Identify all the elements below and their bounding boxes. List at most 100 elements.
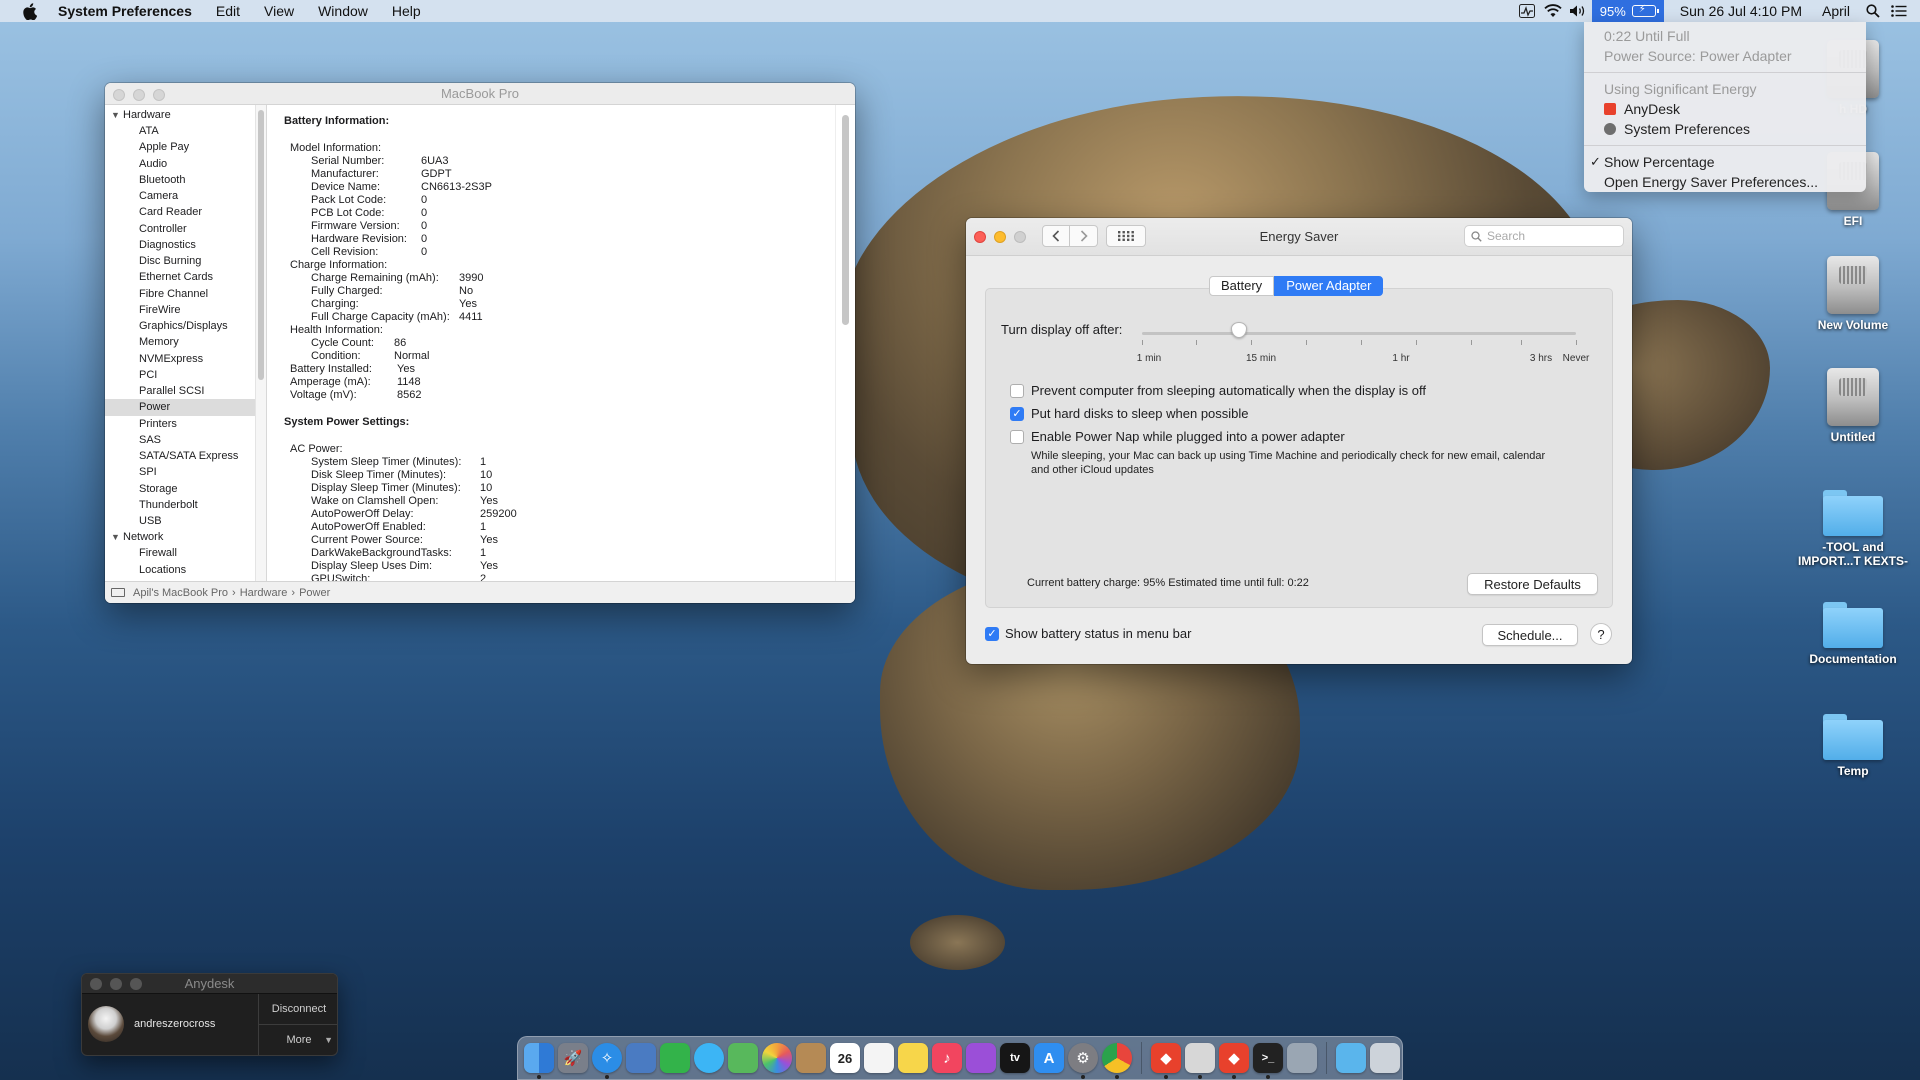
sidebar-item-ata[interactable]: ATA xyxy=(105,123,255,139)
schedule-button[interactable]: Schedule... xyxy=(1482,624,1578,646)
volume-icon[interactable] xyxy=(1566,0,1592,22)
sidebar-item-sata-sata-express[interactable]: SATA/SATA Express xyxy=(105,448,255,464)
more-button[interactable]: More ▼ xyxy=(259,1025,337,1055)
disclosure-triangle-icon[interactable]: ▼ xyxy=(111,529,123,545)
search-field[interactable] xyxy=(1464,225,1624,247)
sidebar-item-apple-pay[interactable]: Apple Pay xyxy=(105,139,255,155)
power-nap-checkbox[interactable] xyxy=(1010,429,1024,444)
menu-view[interactable]: View xyxy=(252,0,306,22)
sidebar-item-audio[interactable]: Audio xyxy=(105,156,255,172)
forward-button[interactable] xyxy=(1070,225,1098,247)
sidebar-item-controller[interactable]: Controller xyxy=(105,221,255,237)
sidebar-item-graphics-displays[interactable]: Graphics/Displays xyxy=(105,318,255,334)
minimize-button[interactable] xyxy=(133,89,145,101)
open-energy-saver-prefs-item[interactable]: Open Energy Saver Preferences... xyxy=(1584,172,1866,192)
menu-window[interactable]: Window xyxy=(306,0,380,22)
disclosure-triangle-icon[interactable]: ▼ xyxy=(111,107,123,123)
zoom-button[interactable] xyxy=(153,89,165,101)
dock-downloads-folder-icon[interactable] xyxy=(1336,1043,1366,1073)
sidebar-item-card-reader[interactable]: Card Reader xyxy=(105,204,255,220)
breadcrumb-item-hardware[interactable]: Hardware xyxy=(240,587,288,599)
sidebar-item-sas[interactable]: SAS xyxy=(105,432,255,448)
dock-anydesk-secondary-icon[interactable]: ◆ xyxy=(1219,1043,1249,1079)
dock-notes-icon[interactable] xyxy=(898,1043,928,1073)
sidebar-group-network[interactable]: ▼ Network xyxy=(105,529,255,545)
energy-app-anydesk[interactable]: AnyDesk xyxy=(1584,99,1866,119)
sidebar-item-pci[interactable]: PCI xyxy=(105,367,255,383)
minimize-button[interactable] xyxy=(994,231,1006,243)
disk-sleep-checkbox[interactable]: ✓ xyxy=(1010,406,1024,421)
sidebar-item-memory[interactable]: Memory xyxy=(105,334,255,350)
dock-messages-icon[interactable] xyxy=(694,1043,724,1073)
desktop-folder-tool-kexts[interactable]: -TOOL and IMPORT...T KEXTS- xyxy=(1798,490,1908,568)
sidebar-item-nvmexpress[interactable]: NVMExpress xyxy=(105,351,255,367)
breadcrumb-item-power[interactable]: Power xyxy=(299,587,330,599)
dock-tv-icon[interactable]: tv xyxy=(1000,1043,1030,1073)
battery-status-menu[interactable]: 95% ⚡ xyxy=(1591,0,1664,22)
disconnect-button[interactable]: Disconnect xyxy=(259,994,337,1025)
zoom-button[interactable] xyxy=(130,978,142,990)
dock-maps-icon[interactable] xyxy=(728,1043,758,1073)
scrollbar-thumb[interactable] xyxy=(258,110,264,380)
tab-battery[interactable]: Battery xyxy=(1209,276,1275,296)
prevent-sleep-option[interactable]: Prevent computer from sleeping automatic… xyxy=(1010,383,1426,398)
back-button[interactable] xyxy=(1042,225,1070,247)
search-input[interactable] xyxy=(1487,229,1607,243)
breadcrumb-item-computer[interactable]: Apil's MacBook Pro xyxy=(133,587,228,599)
scrollbar-thumb[interactable] xyxy=(842,115,849,325)
sidebar-item-power[interactable]: Power xyxy=(105,399,255,416)
dock-utility-icon[interactable] xyxy=(1287,1043,1317,1073)
wifi-icon[interactable] xyxy=(1540,0,1566,22)
desktop-folder-temp[interactable]: Temp xyxy=(1798,714,1908,778)
show-all-grid-button[interactable] xyxy=(1106,225,1146,247)
menu-edit[interactable]: Edit xyxy=(204,0,252,22)
sidebar-item-fibre-channel[interactable]: Fibre Channel xyxy=(105,286,255,302)
window-titlebar[interactable]: Anydesk xyxy=(82,974,337,994)
desktop-folder-documentation[interactable]: Documentation xyxy=(1798,602,1908,666)
dock-app-store-icon[interactable]: A xyxy=(1034,1043,1064,1073)
dock-launchpad-icon[interactable]: 🚀 xyxy=(558,1043,588,1073)
fast-user-switch[interactable]: April xyxy=(1812,3,1860,19)
show-battery-status-option[interactable]: ✓ Show battery status in menu bar xyxy=(985,626,1191,641)
show-battery-status-checkbox[interactable]: ✓ xyxy=(985,626,999,641)
sidebar-item-firewall[interactable]: Firewall xyxy=(105,545,255,561)
menu-help[interactable]: Help xyxy=(380,0,433,22)
show-percentage-item[interactable]: ✓ Show Percentage xyxy=(1584,152,1866,172)
restore-defaults-button[interactable]: Restore Defaults xyxy=(1467,573,1598,595)
disk-sleep-option[interactable]: ✓ Put hard disks to sleep when possible xyxy=(1010,406,1249,421)
dock-music-icon[interactable]: ♪ xyxy=(932,1043,962,1073)
detail-scrollbar[interactable] xyxy=(835,105,855,581)
display-off-slider-track[interactable] xyxy=(1142,332,1576,335)
energy-app-system-preferences[interactable]: System Preferences xyxy=(1584,119,1866,139)
sidebar-item-parallel-scsi[interactable]: Parallel SCSI xyxy=(105,383,255,399)
sidebar-item-firewire[interactable]: FireWire xyxy=(105,302,255,318)
apple-menu-icon[interactable] xyxy=(20,2,38,20)
sidebar-item-diagnostics[interactable]: Diagnostics xyxy=(105,237,255,253)
close-button[interactable] xyxy=(974,231,986,243)
power-nap-option[interactable]: Enable Power Nap while plugged into a po… xyxy=(1010,429,1345,444)
sidebar-item-usb[interactable]: USB xyxy=(105,513,255,529)
sidebar-group-hardware[interactable]: ▼ Hardware xyxy=(105,107,255,123)
minimize-button[interactable] xyxy=(110,978,122,990)
menu-app-name[interactable]: System Preferences xyxy=(52,0,204,22)
dock-system-preferences-icon[interactable]: ⚙ xyxy=(1068,1043,1098,1079)
spotlight-search-icon[interactable] xyxy=(1860,0,1886,22)
notification-center-icon[interactable] xyxy=(1886,0,1912,22)
sidebar-item-spi[interactable]: SPI xyxy=(105,464,255,480)
activity-monitor-icon[interactable] xyxy=(1514,0,1540,22)
sidebar-item-locations[interactable]: Locations xyxy=(105,562,255,578)
dock-photos-icon[interactable] xyxy=(762,1043,792,1073)
dock-chrome-icon[interactable] xyxy=(1102,1043,1132,1079)
window-toolbar[interactable]: Energy Saver xyxy=(966,218,1632,256)
dock-podcasts-icon[interactable] xyxy=(966,1043,996,1073)
dock-script-editor-icon[interactable] xyxy=(1185,1043,1215,1079)
dock-reminders-icon[interactable] xyxy=(864,1043,894,1073)
dock-facetime-icon[interactable] xyxy=(660,1043,690,1073)
sidebar-item-thunderbolt[interactable]: Thunderbolt xyxy=(105,497,255,513)
dock-finder-icon[interactable] xyxy=(524,1043,554,1079)
sidebar-item-storage[interactable]: Storage xyxy=(105,481,255,497)
tab-power-adapter[interactable]: Power Adapter xyxy=(1274,276,1384,296)
close-button[interactable] xyxy=(113,89,125,101)
zoom-button[interactable] xyxy=(1014,231,1026,243)
menu-clock[interactable]: Sun 26 Jul 4:10 PM xyxy=(1664,3,1812,19)
